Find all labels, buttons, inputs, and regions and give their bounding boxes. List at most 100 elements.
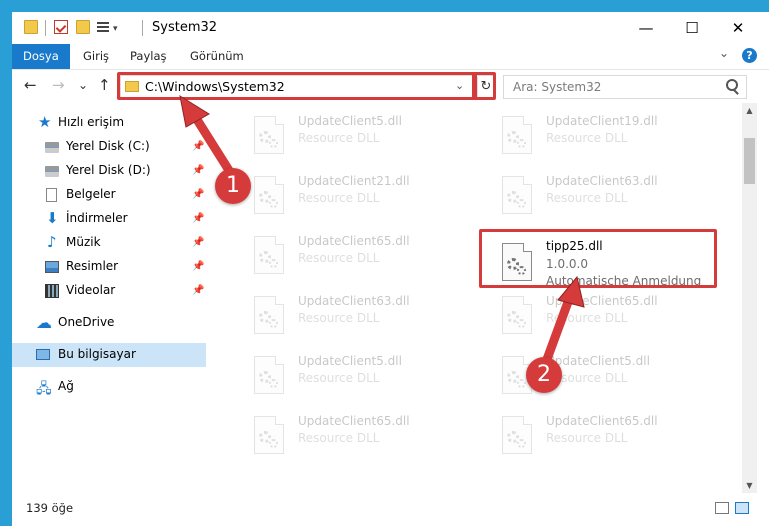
address-dropdown-button[interactable]: ⌄ [455,79,464,92]
file-item[interactable]: UpdateClient63.dll Resource DLL [480,168,720,222]
details-view-icon[interactable] [715,502,729,514]
file-item[interactable]: UpdateClient63.dll Resource DLL [232,288,472,342]
file-item[interactable]: UpdateClient65.dll Resource DLL [232,228,472,282]
new-folder-icon[interactable] [76,20,90,34]
ribbon-expand-button[interactable]: ⌄ [719,46,729,60]
file-item-highlighted[interactable]: tipp25.dll 1.0.0.0 Automatische Anmeldun… [480,237,720,291]
file-item[interactable]: UpdateClient21.dll Resource DLL [232,168,472,222]
pin-icon[interactable]: 📌 [192,165,204,176]
tab-view[interactable]: Görünüm [179,44,255,69]
dll-file-icon [502,296,532,334]
quick-access-dropdown[interactable]: ▾ [113,24,118,34]
scroll-down-button[interactable]: ▼ [742,478,757,493]
file-item[interactable]: UpdateClient19.dll Resource DLL [480,108,720,162]
file-name: UpdateClient65.dll [298,414,410,428]
file-version: 1.0.0.0 [546,257,588,271]
file-name: UpdateClient63.dll [298,294,410,308]
recent-locations-button[interactable]: ⌄ [78,78,88,92]
maximize-button[interactable]: ☐ [669,12,715,44]
folder-icon [24,20,38,34]
pin-icon[interactable]: 📌 [192,285,204,296]
back-button[interactable]: ← [24,76,37,94]
sidebar-item-label: Resimler [66,259,119,273]
toolbar-separator [45,20,46,36]
sidebar-item-network[interactable]: 🖧 Ağ [12,375,206,399]
file-name: UpdateClient65.dll [546,414,658,428]
ribbon-tabs: Dosya Giriş Paylaş Görünüm ⌄ ? [12,44,769,69]
view-icon[interactable] [97,22,109,33]
sidebar-item-quick-access[interactable]: ★ Hızlı erişim [12,111,206,135]
item-count: 139 öğe [26,501,74,515]
pin-icon[interactable]: 📌 [192,141,204,152]
file-item[interactable]: UpdateClient65.dll Resource DLL [480,288,720,342]
vertical-scrollbar[interactable]: ▲ ▼ [742,103,757,493]
refresh-button[interactable]: ↻ [477,77,494,97]
sidebar-item-this-pc[interactable]: Bu bilgisayar [12,343,206,367]
address-path[interactable]: C:\Windows\System32 [145,79,285,94]
sidebar-item-documents[interactable]: Belgeler 📌 [12,183,206,207]
cloud-icon: ☁ [36,313,52,332]
scroll-up-button[interactable]: ▲ [742,103,757,118]
dll-file-icon [254,116,284,154]
pin-icon[interactable]: 📌 [192,213,204,224]
pin-icon[interactable]: 📌 [192,261,204,272]
close-button[interactable]: ✕ [715,12,761,44]
file-item[interactable]: UpdateClient5.dll Resource DLL [480,348,720,402]
tab-file[interactable]: Dosya [12,44,70,69]
sidebar-item-local-disk-c[interactable]: Yerel Disk (C:) 📌 [12,135,206,159]
up-button[interactable]: ↑ [98,76,111,94]
tab-share[interactable]: Paylaş [119,44,178,69]
navigation-pane: ★ Hızlı erişim Yerel Disk (C:) 📌 Yerel D… [12,103,212,493]
file-item[interactable]: UpdateClient5.dll Resource DLL [232,348,472,402]
sidebar-item-videos[interactable]: Videolar 📌 [12,279,206,303]
sidebar-item-local-disk-d[interactable]: Yerel Disk (D:) 📌 [12,159,206,183]
file-item[interactable]: UpdateClient65.dll Resource DLL [232,408,472,462]
file-name: UpdateClient19.dll [546,114,658,128]
sidebar-item-label: Yerel Disk (C:) [66,139,150,153]
file-description: Automatische Anmeldung [546,274,702,288]
sidebar-item-label: Yerel Disk (D:) [66,163,151,177]
dll-file-icon [502,176,532,214]
file-item[interactable]: UpdateClient65.dll Resource DLL [480,408,720,462]
sidebar-item-label: Videolar [66,283,116,297]
pin-icon[interactable]: 📌 [192,189,204,200]
sidebar-item-label: OneDrive [58,315,115,329]
document-icon [46,188,57,202]
file-type: Resource DLL [546,131,628,145]
disk-icon [45,142,59,153]
search-input[interactable]: Ara: System32 [503,75,747,99]
file-type: Resource DLL [298,251,380,265]
file-name: UpdateClient65.dll [546,294,658,308]
address-bar[interactable]: C:\Windows\System32 ⌄ ↻ [120,75,494,99]
forward-button[interactable]: → [52,76,65,94]
folder-icon [125,81,139,92]
pin-icon[interactable]: 📌 [192,237,204,248]
help-icon[interactable]: ? [742,48,757,63]
minimize-button[interactable]: — [623,12,669,44]
sidebar-item-downloads[interactable]: ⬇ İndirmeler 📌 [12,207,206,231]
large-icons-view-icon[interactable] [735,502,749,514]
scroll-thumb[interactable] [744,138,755,184]
tab-home[interactable]: Giriş [72,44,120,69]
file-item[interactable]: UpdateClient5.dll Resource DLL [232,108,472,162]
title-bar: ▾ System32 — ☐ ✕ [12,12,769,44]
search-icon[interactable] [726,79,738,91]
sidebar-item-label: Hızlı erişim [58,115,125,129]
file-name: UpdateClient63.dll [546,174,658,188]
sidebar-item-onedrive[interactable]: ☁ OneDrive [12,311,206,335]
file-name: UpdateClient5.dll [546,354,650,368]
sidebar-item-label: İndirmeler [66,211,128,225]
sidebar-item-pictures[interactable]: Resimler 📌 [12,255,206,279]
file-name: UpdateClient5.dll [298,354,402,368]
pictures-icon [45,261,59,273]
computer-icon [36,349,50,360]
dll-file-icon [502,416,532,454]
properties-icon[interactable] [54,20,68,34]
sidebar-item-label: Müzik [66,235,101,249]
title-separator [142,20,143,36]
file-name: tipp25.dll [546,239,603,253]
file-name: UpdateClient5.dll [298,114,402,128]
music-icon: ♪ [47,233,57,251]
dll-file-icon [254,236,284,274]
sidebar-item-music[interactable]: ♪ Müzik 📌 [12,231,206,255]
